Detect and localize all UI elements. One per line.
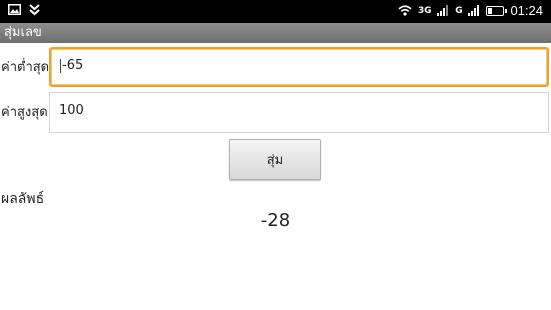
min-value-input[interactable]: -65: [49, 47, 549, 87]
download-notification-icon: [29, 4, 40, 16]
result-value: -28: [260, 210, 291, 231]
network-type-label-2: G: [455, 5, 463, 16]
min-value-label: ค่าต่ำสุด: [1, 60, 50, 75]
max-value-label: ค่าสูงสุด: [1, 105, 48, 120]
random-button[interactable]: สุ่ม: [229, 139, 321, 180]
max-value-text: 100: [59, 103, 84, 118]
app-title-bar: สุ่มเลข: [0, 23, 551, 43]
max-value-input[interactable]: 100: [49, 92, 549, 133]
gallery-notification-icon: [8, 4, 21, 16]
battery-level-fill: [488, 7, 493, 14]
status-bar: 3G G 01:24: [0, 0, 551, 23]
status-clock: 01:24: [510, 3, 543, 18]
signal-strength-icon-2: [468, 5, 480, 16]
signal-strength-icon: [437, 5, 449, 16]
wifi-icon: [398, 5, 412, 16]
app-title: สุ่มเลข: [4, 25, 42, 40]
battery-icon: [486, 5, 508, 16]
result-label: ผลลัพธ์: [1, 191, 45, 207]
min-value-text: -65: [62, 58, 84, 73]
text-cursor: [60, 58, 61, 73]
network-type-label: 3G: [418, 5, 432, 16]
